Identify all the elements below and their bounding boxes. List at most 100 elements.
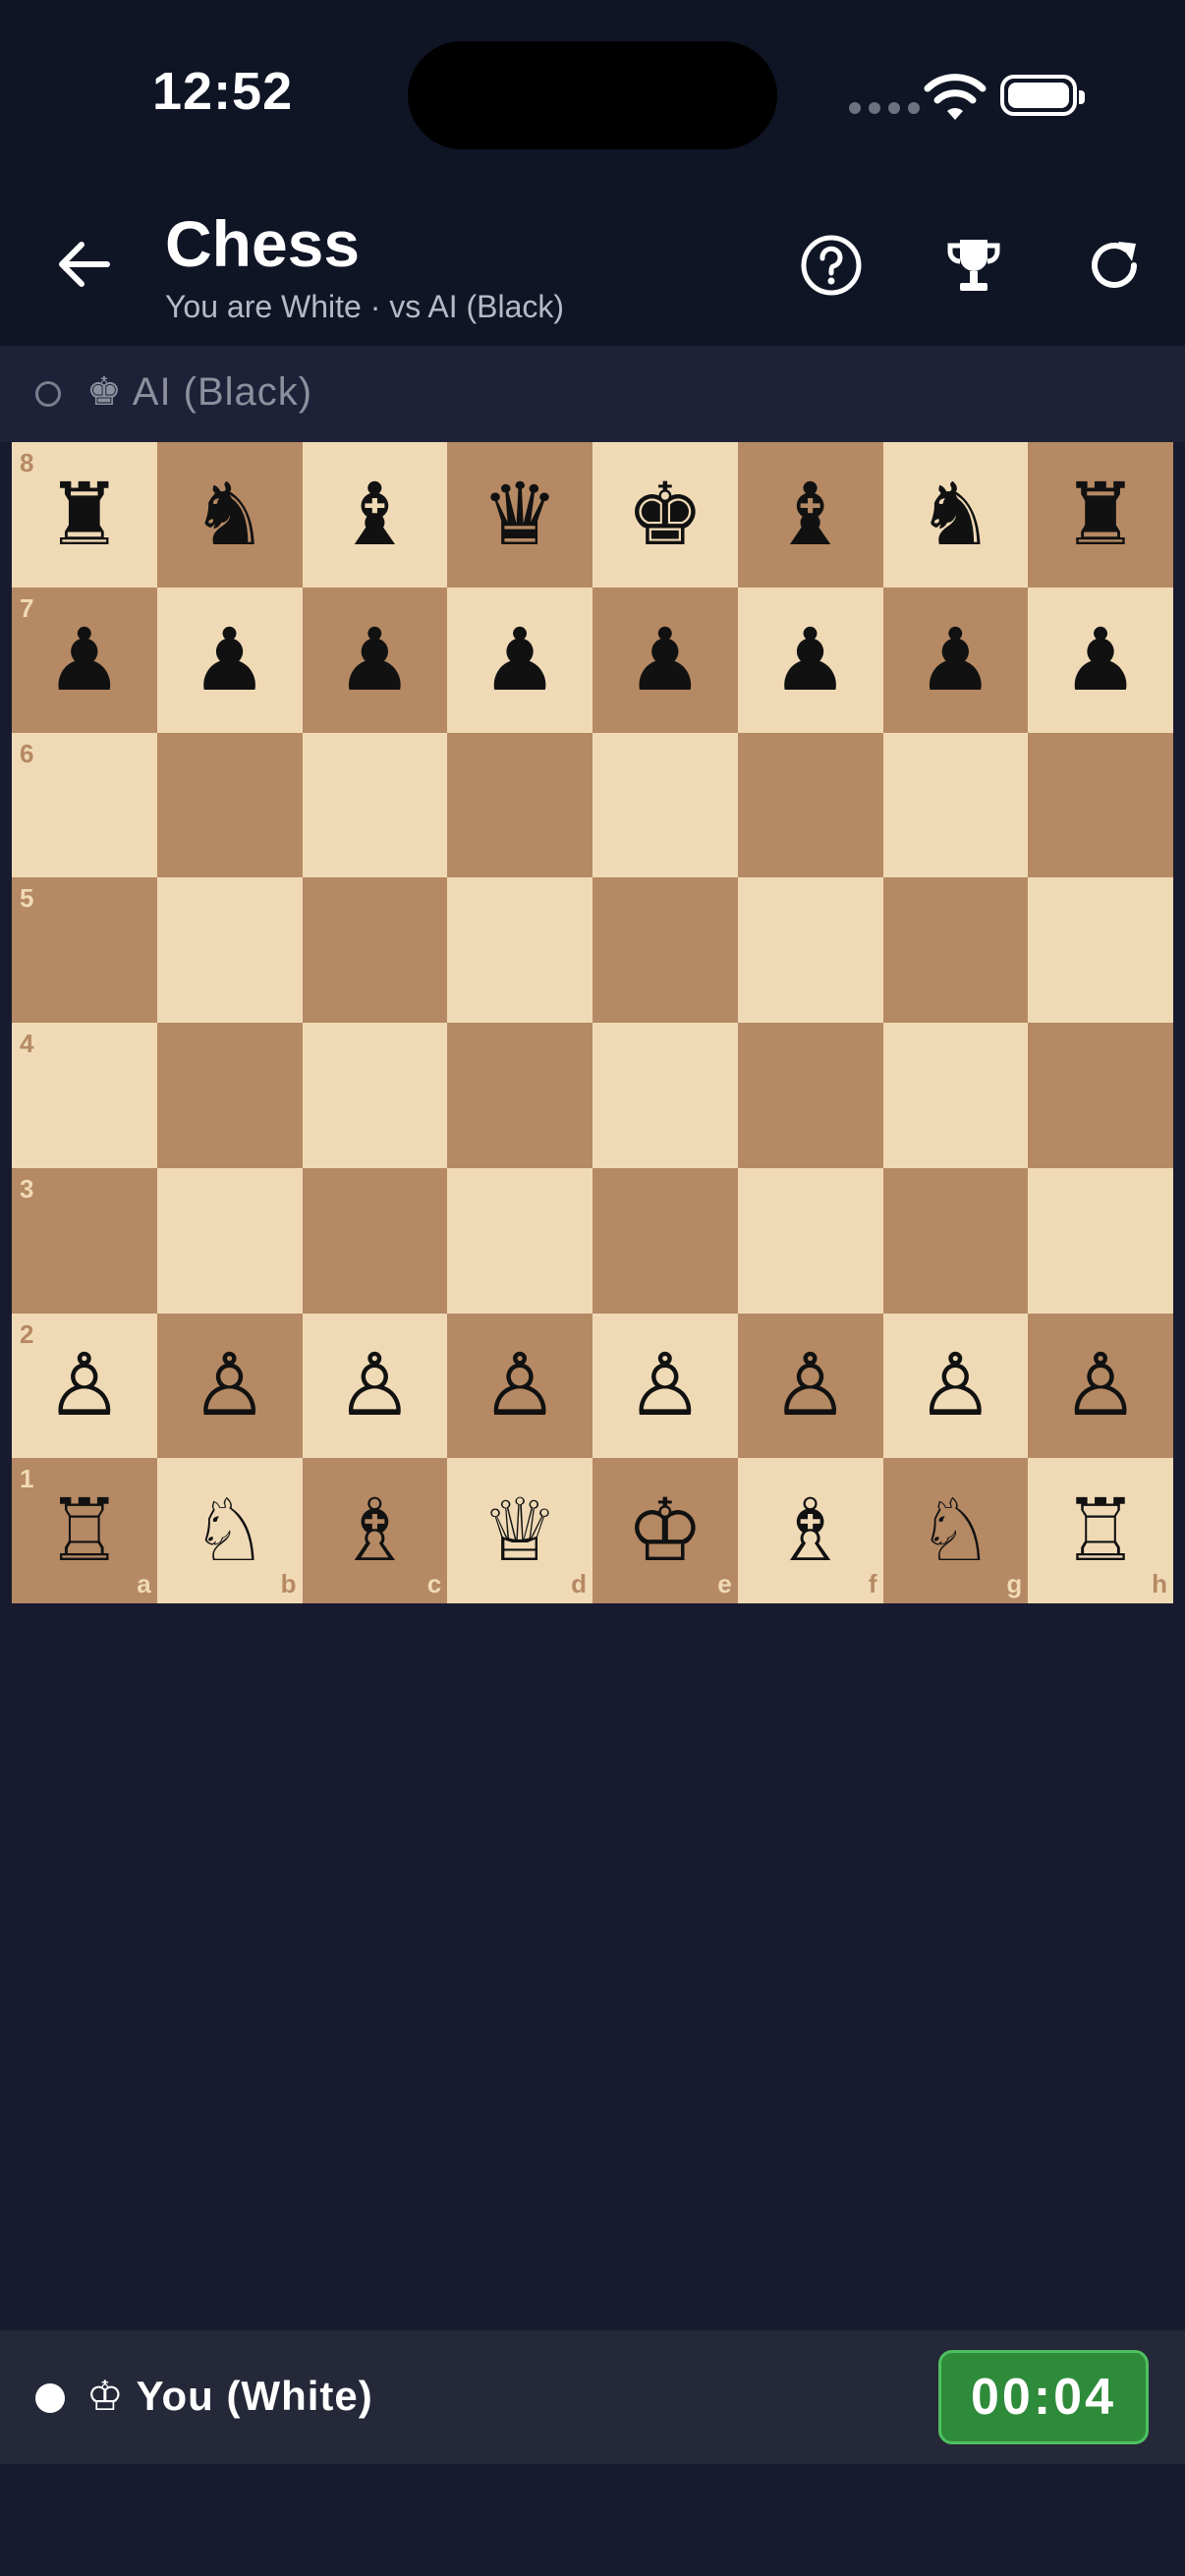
square-h2[interactable]: ♙ [1028,1313,1173,1459]
square-g6[interactable] [882,732,1029,878]
black-piece[interactable]: ♞ [917,471,994,558]
square-a5[interactable]: 5 [12,877,157,1023]
black-piece[interactable]: ♜ [45,471,123,558]
square-e7[interactable]: ♟ [592,587,738,733]
square-d7[interactable]: ♟ [447,587,592,733]
square-h8[interactable]: ♜ [1028,442,1173,588]
black-piece[interactable]: ♟ [45,616,123,703]
white-piece[interactable]: ♔ [626,1487,704,1574]
square-h6[interactable] [1028,732,1173,878]
leaderboard-button[interactable] [938,230,1009,301]
black-piece[interactable]: ♟ [917,616,994,703]
square-e2[interactable]: ♙ [592,1313,738,1459]
square-a2[interactable]: 2 ♙ [12,1313,157,1459]
square-g5[interactable] [882,877,1029,1023]
square-c4[interactable] [302,1023,448,1168]
square-d1[interactable]: d ♕ [447,1458,592,1603]
square-c2[interactable]: ♙ [302,1313,448,1459]
square-b7[interactable]: ♟ [156,587,303,733]
square-a3[interactable]: 3 [12,1167,157,1314]
help-button[interactable] [796,230,867,301]
square-d8[interactable]: ♛ [447,442,592,588]
white-piece[interactable]: ♕ [481,1487,559,1574]
square-f3[interactable] [737,1167,883,1314]
square-f7[interactable]: ♟ [737,587,883,733]
black-piece[interactable]: ♛ [481,471,559,558]
square-c7[interactable]: ♟ [302,587,448,733]
square-g4[interactable] [882,1023,1029,1168]
square-a4[interactable]: 4 [12,1023,157,1168]
black-piece[interactable]: ♚ [626,471,704,558]
square-g3[interactable] [882,1167,1029,1314]
black-piece[interactable]: ♜ [1062,471,1140,558]
square-b6[interactable] [156,732,303,878]
black-piece[interactable]: ♞ [191,471,268,558]
square-f4[interactable] [737,1023,883,1168]
square-f6[interactable] [737,732,883,878]
square-b2[interactable]: ♙ [156,1313,303,1459]
square-f2[interactable]: ♙ [737,1313,883,1459]
square-b8[interactable]: ♞ [156,442,303,588]
square-h3[interactable] [1028,1167,1173,1314]
black-piece[interactable]: ♟ [336,616,414,703]
square-f5[interactable] [737,877,883,1023]
white-piece[interactable]: ♙ [771,1342,849,1428]
white-piece[interactable]: ♖ [45,1487,123,1574]
black-piece[interactable]: ♟ [1062,616,1140,703]
square-b4[interactable] [156,1023,303,1168]
square-e3[interactable] [592,1167,738,1314]
white-piece[interactable]: ♘ [191,1487,268,1574]
black-piece[interactable]: ♟ [191,616,268,703]
black-piece[interactable]: ♝ [336,471,414,558]
square-a8[interactable]: 8 ♜ [12,442,157,588]
square-h7[interactable]: ♟ [1028,587,1173,733]
square-b1[interactable]: b ♘ [156,1458,303,1603]
white-piece[interactable]: ♙ [626,1342,704,1428]
square-g8[interactable]: ♞ [882,442,1029,588]
square-d2[interactable]: ♙ [447,1313,592,1459]
square-c6[interactable] [302,732,448,878]
square-f1[interactable]: f ♗ [737,1458,883,1603]
black-piece[interactable]: ♟ [771,616,849,703]
square-e4[interactable] [592,1023,738,1168]
square-h4[interactable] [1028,1023,1173,1168]
white-piece[interactable]: ♗ [771,1487,849,1574]
square-d5[interactable] [447,877,592,1023]
square-e6[interactable] [592,732,738,878]
square-g1[interactable]: g ♘ [882,1458,1029,1603]
square-h5[interactable] [1028,877,1173,1023]
white-piece[interactable]: ♙ [481,1342,559,1428]
white-piece[interactable]: ♙ [1062,1342,1140,1428]
square-e8[interactable]: ♚ [592,442,738,588]
square-h1[interactable]: h ♖ [1028,1458,1173,1603]
white-piece[interactable]: ♘ [917,1487,994,1574]
white-piece[interactable]: ♙ [191,1342,268,1428]
white-piece[interactable]: ♖ [1062,1487,1140,1574]
white-piece[interactable]: ♙ [336,1342,414,1428]
black-piece[interactable]: ♝ [771,471,849,558]
square-a1[interactable]: 1 a ♖ [12,1458,157,1603]
square-c1[interactable]: c ♗ [302,1458,448,1603]
back-button[interactable] [49,230,118,299]
black-piece[interactable]: ♟ [626,616,704,703]
restart-button[interactable] [1079,230,1150,301]
square-b3[interactable] [156,1167,303,1314]
white-piece[interactable]: ♙ [917,1342,994,1428]
square-c8[interactable]: ♝ [302,442,448,588]
white-piece[interactable]: ♙ [45,1342,123,1428]
square-a6[interactable]: 6 [12,732,157,878]
square-b5[interactable] [156,877,303,1023]
square-d6[interactable] [447,732,592,878]
square-e1[interactable]: e ♔ [592,1458,738,1603]
square-a7[interactable]: 7 ♟ [12,587,157,733]
square-f8[interactable]: ♝ [737,442,883,588]
square-c5[interactable] [302,877,448,1023]
white-piece[interactable]: ♗ [336,1487,414,1574]
square-d4[interactable] [447,1023,592,1168]
black-piece[interactable]: ♟ [481,616,559,703]
square-g7[interactable]: ♟ [882,587,1029,733]
square-g2[interactable]: ♙ [882,1313,1029,1459]
square-e5[interactable] [592,877,738,1023]
square-d3[interactable] [447,1167,592,1314]
square-c3[interactable] [302,1167,448,1314]
